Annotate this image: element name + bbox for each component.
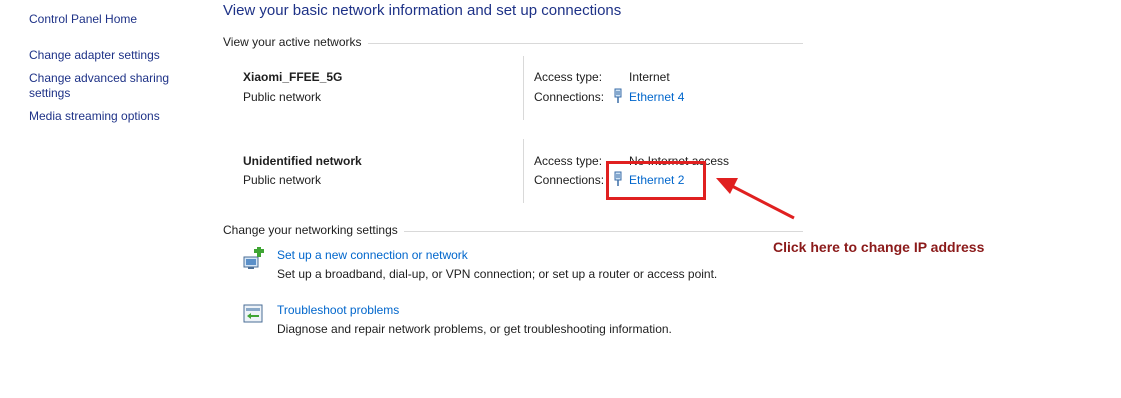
page-title: View your basic network information and … (223, 2, 622, 19)
troubleshoot-problems-link[interactable]: Troubleshoot problems (277, 303, 399, 317)
new-connection-icon (243, 247, 264, 269)
change-adapter-settings-link[interactable]: Change adapter settings (29, 48, 160, 63)
control-panel-home-link[interactable]: Control Panel Home (29, 12, 137, 27)
network-name: Unidentified network (243, 154, 362, 168)
setup-new-connection-description: Set up a broadband, dial-up, or VPN conn… (277, 267, 718, 281)
change-advanced-sharing-line2[interactable]: settings (29, 86, 169, 101)
access-type-value: Internet (629, 70, 670, 84)
network-divider (523, 139, 524, 203)
troubleshoot-problems-description: Diagnose and repair network problems, or… (277, 322, 672, 336)
access-type-label: Access type: (534, 70, 603, 84)
connections-label: Connections: (534, 173, 605, 187)
active-networks-heading: View your active networks (223, 35, 368, 49)
ethernet-4-link[interactable]: Ethernet 4 (629, 90, 684, 104)
network-category: Public network (243, 173, 322, 187)
annotation-caption: Click here to change IP address (773, 239, 985, 255)
troubleshoot-icon (243, 304, 263, 323)
change-advanced-sharing-link[interactable]: Change advanced sharing settings (29, 71, 169, 101)
setup-new-connection-link[interactable]: Set up a new connection or network (277, 248, 468, 262)
change-advanced-sharing-line1[interactable]: Change advanced sharing (29, 71, 169, 86)
access-type-label: Access type: (534, 154, 603, 168)
media-streaming-options-link[interactable]: Media streaming options (29, 109, 160, 124)
connections-label: Connections: (534, 90, 605, 104)
network-category: Public network (243, 90, 322, 104)
annotation-arrow-icon (716, 178, 795, 220)
change-settings-heading: Change your networking settings (223, 223, 404, 237)
network-name: Xiaomi_FFEE_5G (243, 70, 343, 84)
ethernet-icon (614, 88, 622, 103)
highlight-box (606, 161, 706, 200)
network-divider (523, 56, 524, 120)
